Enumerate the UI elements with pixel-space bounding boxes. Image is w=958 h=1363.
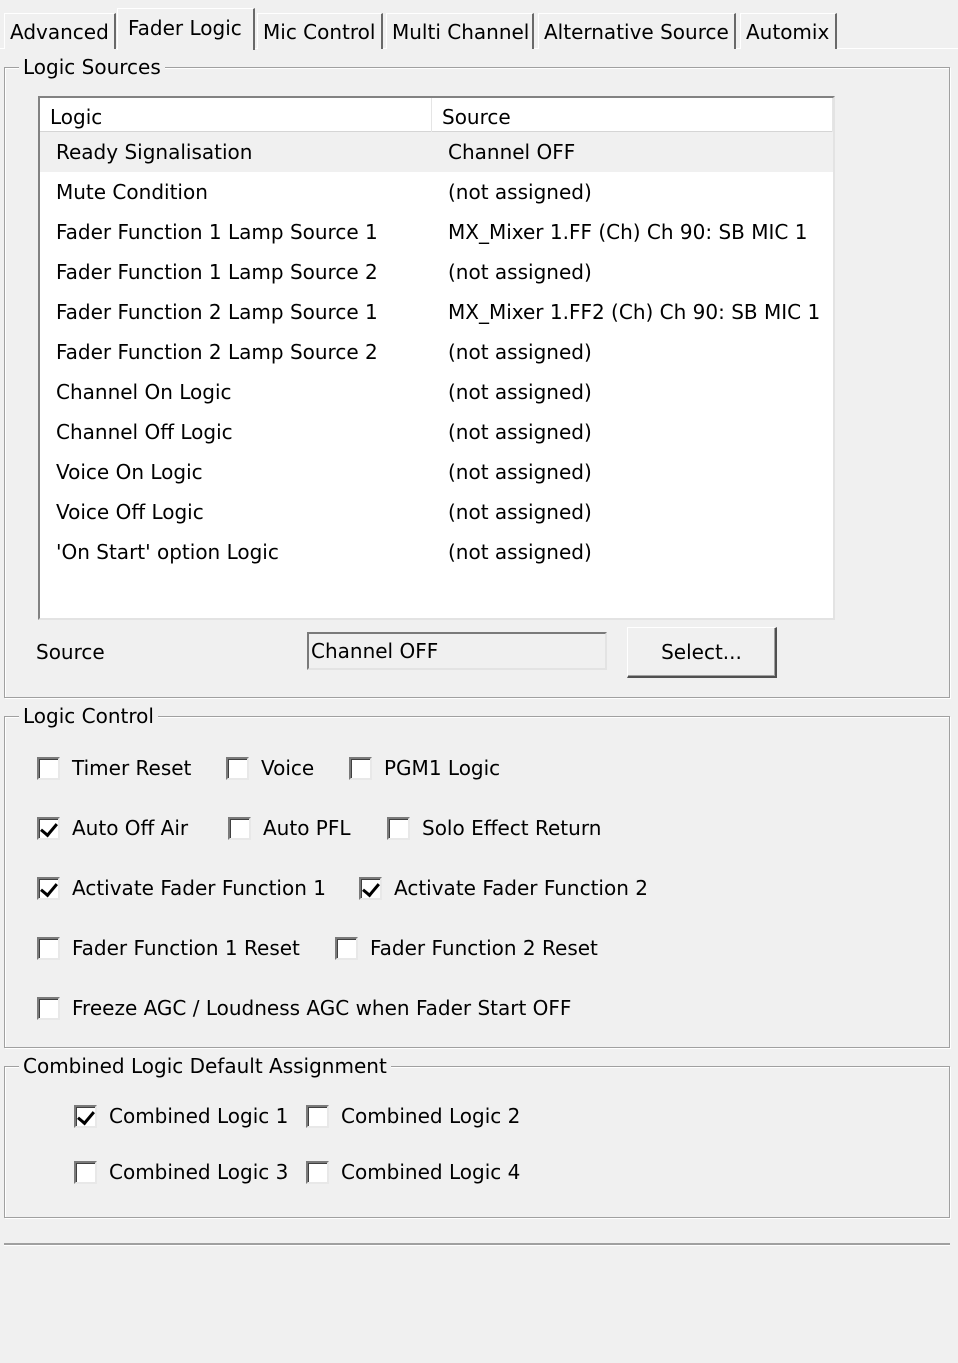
source-cell: (not assigned) (448, 500, 592, 524)
table-row[interactable]: Fader Function 2 Lamp Source 1 MX_Mixer 1… (40, 292, 833, 332)
checkbox-box[interactable] (387, 816, 410, 840)
source-label: Source (36, 640, 105, 664)
logic-cell: Voice On Logic (56, 460, 203, 484)
combined-logic-group: Combined Logic Default Assignment (4, 1053, 950, 1218)
logic-cell: Channel On Logic (56, 380, 232, 404)
checkbox-label: Solo Effect Return (422, 816, 602, 840)
source-cell: (not assigned) (448, 540, 592, 564)
fader-function-1-reset-checkbox[interactable]: Fader Function 1 Reset (37, 934, 300, 962)
logic-cell: Ready Signalisation (56, 140, 253, 164)
table-row[interactable]: Voice On Logic (not assigned) (40, 452, 833, 492)
checkbox-box[interactable] (335, 936, 358, 960)
checkbox-label: PGM1 Logic (384, 756, 501, 780)
checkbox-label: Freeze AGC / Loudness AGC when Fader Sta… (72, 996, 572, 1020)
tab-mic-control[interactable]: Mic Control (257, 13, 383, 49)
table-row[interactable]: Fader Function 1 Lamp Source 2 (not assig… (40, 252, 833, 292)
checkbox-label: Activate Fader Function 2 (394, 876, 648, 900)
checkbox-box[interactable] (226, 756, 249, 780)
checkbox-box[interactable] (37, 996, 60, 1020)
tab-bar: Advanced Fader Logic Mic Control Multi C… (0, 0, 958, 50)
tab-multi-channel[interactable]: Multi Channel (386, 13, 534, 49)
tab-advanced[interactable]: Advanced (4, 13, 116, 49)
logic-cell: Voice Off Logic (56, 500, 204, 524)
checkbox-box[interactable] (228, 816, 251, 840)
activate-fader-function-1-checkbox[interactable]: Activate Fader Function 1 (37, 874, 326, 902)
source-cell: (not assigned) (448, 380, 592, 404)
checkbox-label: Voice (261, 756, 315, 780)
logic-cell: Fader Function 1 Lamp Source 1 (56, 220, 378, 244)
column-header-source[interactable]: Source (432, 98, 833, 132)
source-cell: (not assigned) (448, 180, 592, 204)
source-cell: (not assigned) (448, 260, 592, 284)
source-field[interactable]: Channel OFF (307, 632, 607, 670)
activate-fader-function-2-checkbox[interactable]: Activate Fader Function 2 (359, 874, 648, 902)
logic-cell: Fader Function 2 Lamp Source 1 (56, 300, 378, 324)
checkbox-label: Activate Fader Function 1 (72, 876, 326, 900)
solo-effect-return-checkbox[interactable]: Solo Effect Return (387, 814, 601, 842)
combined-logic-1-checkbox[interactable]: Combined Logic 1 (74, 1102, 288, 1130)
table-row[interactable]: Channel On Logic (not assigned) (40, 372, 833, 412)
checkbox-box[interactable] (37, 936, 60, 960)
checkbox-box[interactable] (306, 1160, 329, 1184)
checkbox-box[interactable] (359, 876, 382, 900)
checkbox-label: Combined Logic 2 (341, 1104, 521, 1128)
checkbox-box[interactable] (37, 756, 60, 780)
logic-cell: Channel Off Logic (56, 420, 233, 444)
table-row[interactable]: 'On Start' option Logic (not assigned) (40, 532, 833, 572)
combined-logic-3-checkbox[interactable]: Combined Logic 3 (74, 1158, 288, 1186)
source-cell: (not assigned) (448, 340, 592, 364)
checkbox-box[interactable] (37, 876, 60, 900)
checkbox-box[interactable] (74, 1160, 97, 1184)
table-row[interactable]: Fader Function 1 Lamp Source 1 MX_Mixer 1… (40, 212, 833, 252)
logic-control-title: Logic Control (19, 703, 158, 729)
logic-cell: Mute Condition (56, 180, 208, 204)
column-header-logic[interactable]: Logic (40, 98, 432, 132)
table-row[interactable]: Channel Off Logic (not assigned) (40, 412, 833, 452)
checkbox-label: Timer Reset (72, 756, 192, 780)
checkbox-box[interactable] (37, 816, 60, 840)
logic-sources-list[interactable]: Logic Source Ready Signalisation Channel … (38, 96, 835, 620)
combined-logic-4-checkbox[interactable]: Combined Logic 4 (306, 1158, 520, 1186)
checkbox-label: Auto PFL (263, 816, 351, 840)
checkbox-label: Fader Function 1 Reset (72, 936, 300, 960)
checkbox-label: Auto Off Air (72, 816, 189, 840)
logic-cell: Fader Function 2 Lamp Source 2 (56, 340, 378, 364)
table-row[interactable]: Fader Function 2 Lamp Source 2 (not assig… (40, 332, 833, 372)
select-source-button[interactable]: Select... (627, 627, 777, 678)
logic-sources-title: Logic Sources (19, 54, 165, 80)
list-header: Logic Source (40, 98, 833, 132)
source-cell: (not assigned) (448, 460, 592, 484)
fader-function-2-reset-checkbox[interactable]: Fader Function 2 Reset (335, 934, 598, 962)
voice-checkbox[interactable]: Voice (226, 754, 314, 782)
checkbox-label: Combined Logic 4 (341, 1160, 521, 1184)
pgm1-logic-checkbox[interactable]: PGM1 Logic (349, 754, 500, 782)
source-cell: MX_Mixer 1.FF2 (Ch) Ch 90: SB MIC 1 (448, 300, 821, 324)
combined-logic-title: Combined Logic Default Assignment (19, 1053, 391, 1079)
source-cell: MX_Mixer 1.FF (Ch) Ch 90: SB MIC 1 (448, 220, 808, 244)
source-cell: Channel OFF (448, 140, 576, 164)
table-row[interactable]: Mute Condition (not assigned) (40, 172, 833, 212)
checkbox-box[interactable] (306, 1104, 329, 1128)
checkbox-label: Fader Function 2 Reset (370, 936, 598, 960)
table-row[interactable]: Voice Off Logic (not assigned) (40, 492, 833, 532)
tab-alternative-source[interactable]: Alternative Source (538, 13, 736, 49)
tab-fader-logic[interactable]: Fader Logic (117, 8, 255, 50)
table-row[interactable]: Ready Signalisation Channel OFF (40, 132, 833, 172)
bottom-separator (4, 1243, 950, 1246)
timer-reset-checkbox[interactable]: Timer Reset (37, 754, 191, 782)
checkbox-label: Combined Logic 3 (109, 1160, 289, 1184)
logic-cell: 'On Start' option Logic (56, 540, 279, 564)
checkbox-box[interactable] (349, 756, 372, 780)
auto-off-air-checkbox[interactable]: Auto Off Air (37, 814, 188, 842)
combined-logic-2-checkbox[interactable]: Combined Logic 2 (306, 1102, 520, 1130)
checkbox-label: Combined Logic 1 (109, 1104, 289, 1128)
source-cell: (not assigned) (448, 420, 592, 444)
tab-automix[interactable]: Automix (740, 13, 837, 49)
auto-pfl-checkbox[interactable]: Auto PFL (228, 814, 351, 842)
freeze-agc-checkbox[interactable]: Freeze AGC / Loudness AGC when Fader Sta… (37, 994, 571, 1022)
logic-cell: Fader Function 1 Lamp Source 2 (56, 260, 378, 284)
checkbox-box[interactable] (74, 1104, 97, 1128)
